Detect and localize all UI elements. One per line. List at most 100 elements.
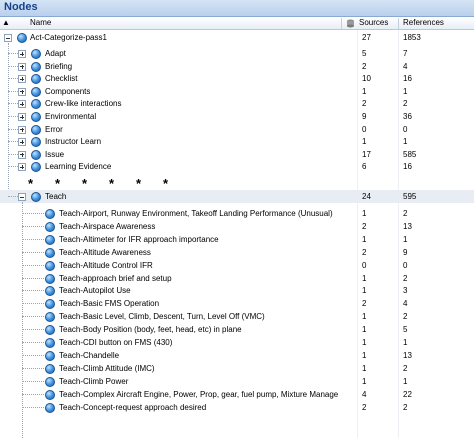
tree-row[interactable]: Teach-Basic FMS Operation 2 4 — [0, 297, 474, 310]
ellipsis-marker: * * * * * * — [28, 176, 169, 191]
tree-row[interactable]: Teach-Altitude Control IFR 0 0 — [0, 259, 474, 272]
sources-count: 9 — [362, 112, 367, 121]
node-label: Learning Evidence — [45, 162, 112, 172]
tree-row[interactable]: Checklist 10 16 — [0, 72, 474, 85]
node-icon — [31, 61, 41, 72]
references-count: 1 — [403, 137, 408, 147]
column-divider[interactable] — [398, 18, 399, 29]
expand-toggle-icon[interactable] — [18, 138, 26, 147]
node-icon — [31, 74, 41, 85]
tree-row[interactable]: Teach-approach brief and setup 1 2 — [0, 272, 474, 285]
expand-toggle-icon[interactable] — [18, 150, 26, 159]
tree-row[interactable]: Learning Evidence 6 16 — [0, 160, 474, 173]
sources-count: 2 — [362, 402, 367, 412]
sources-count: 2 — [362, 99, 367, 109]
expand-toggle-icon[interactable] — [18, 125, 26, 134]
tree-row[interactable]: Teach-Climb Power 1 1 — [0, 375, 474, 388]
node-icon — [45, 376, 55, 387]
tree-connector — [22, 238, 44, 240]
node-icon — [45, 363, 55, 374]
tree-connector — [8, 116, 18, 117]
node-label: Teach-Altitude Awareness — [59, 247, 151, 257]
expand-toggle-icon[interactable] — [18, 87, 26, 96]
expand-toggle-icon[interactable] — [18, 50, 26, 58]
node-icon — [45, 286, 55, 297]
tree-row[interactable]: Teach-Complex Aircraft Engine, Power, Pr… — [0, 388, 474, 401]
expand-toggle-icon[interactable] — [18, 62, 26, 71]
sources-count: 1 — [362, 312, 367, 322]
tree-connector — [22, 406, 44, 408]
tree-row[interactable]: Environmental 9 36 — [0, 110, 474, 123]
tree-connector — [22, 251, 44, 253]
sort-arrow-icon[interactable]: ▲ — [2, 17, 10, 30]
references-count: 2 — [403, 209, 408, 218]
tree-connector — [8, 90, 18, 92]
node-label: Teach — [45, 192, 67, 201]
node-icon — [45, 299, 55, 310]
tree-connector — [8, 196, 18, 197]
node-label: Teach-Altimeter for IFR approach importa… — [59, 234, 219, 244]
tree-row[interactable]: Error 0 0 — [0, 123, 474, 136]
tree-row[interactable]: Teach-Airport, Runway Environment, Takeo… — [0, 207, 474, 220]
node-icon — [45, 312, 55, 323]
column-header-name[interactable]: Name — [30, 17, 51, 30]
sources-count: 1 — [362, 325, 367, 335]
node-label: Checklist — [45, 74, 78, 84]
tree-connector — [8, 128, 18, 130]
tree-row-root[interactable]: Act-Categorize-pass1 27 1853 — [0, 31, 474, 44]
tree-connector — [22, 367, 44, 369]
tree-row[interactable]: Teach-CDI button on FMS (430) 1 1 — [0, 336, 474, 349]
tree-row[interactable]: Adapt 5 7 — [0, 47, 474, 60]
expand-toggle-icon[interactable] — [18, 100, 26, 109]
collapse-toggle-icon[interactable] — [4, 34, 12, 42]
node-label: Teach-CDI button on FMS (430) — [59, 338, 173, 347]
tree-row[interactable]: Teach-Basic Level, Climb, Descent, Turn,… — [0, 310, 474, 323]
node-icon — [17, 33, 27, 43]
node-label: Teach-Airspace Awareness — [59, 221, 156, 231]
column-header-row: ▲ Name Sources References — [0, 17, 474, 30]
node-label: Briefing — [45, 61, 73, 71]
tree-row[interactable]: Issue 17 585 — [0, 148, 474, 161]
node-icon — [45, 260, 55, 271]
tree-row[interactable]: Teach-Climb Attitude (IMC) 1 2 — [0, 362, 474, 375]
references-count: 585 — [403, 149, 417, 159]
references-count: 1853 — [403, 33, 421, 42]
references-count: 595 — [403, 192, 417, 201]
tree-row[interactable]: Teach-Autopilot Use 1 3 — [0, 284, 474, 297]
node-icon — [45, 221, 55, 232]
node-label: Issue — [45, 149, 65, 159]
references-count: 0 — [403, 124, 408, 134]
node-icon — [45, 402, 55, 413]
tree-row[interactable]: Teach-Chandelle 1 13 — [0, 349, 474, 362]
node-icon — [45, 338, 55, 348]
node-icon — [31, 86, 41, 97]
sources-count: 2 — [362, 61, 367, 71]
sources-count: 1 — [362, 286, 367, 296]
expand-toggle-icon[interactable] — [18, 75, 26, 84]
node-icon — [45, 350, 55, 361]
collapse-toggle-icon[interactable] — [18, 193, 26, 201]
node-icon — [45, 325, 55, 336]
tree-row[interactable]: Briefing 2 4 — [0, 60, 474, 73]
tree-row[interactable]: Teach-Airspace Awareness 2 13 — [0, 220, 474, 233]
tree-row[interactable]: Teach-Concept-request approach desired 2 2 — [0, 401, 474, 414]
tree-row[interactable]: Components 1 1 — [0, 85, 474, 98]
tree-connector — [8, 166, 18, 168]
column-header-references[interactable]: References — [403, 17, 444, 30]
tree-connector — [22, 303, 44, 305]
tree-row[interactable]: Teach-Altimeter for IFR approach importa… — [0, 233, 474, 246]
tree-row[interactable]: Instructor Learn 1 1 — [0, 135, 474, 148]
tree-row-teach[interactable]: Teach 24 595 — [0, 190, 474, 203]
references-count: 36 — [403, 112, 412, 121]
tree-row[interactable]: Teach-Altitude Awareness 2 9 — [0, 246, 474, 259]
tree-row[interactable]: Crew-like interactions 2 2 — [0, 97, 474, 110]
sources-count: 4 — [362, 389, 367, 399]
tree-connector — [22, 213, 44, 214]
column-header-sources[interactable]: Sources — [359, 17, 388, 30]
expand-toggle-icon[interactable] — [18, 163, 26, 172]
tree-row[interactable]: Teach-Body Position (body, feet, head, e… — [0, 323, 474, 336]
expand-toggle-icon[interactable] — [18, 113, 26, 121]
references-count: 7 — [403, 49, 408, 58]
column-divider[interactable] — [341, 18, 342, 29]
sources-count: 2 — [362, 247, 367, 257]
